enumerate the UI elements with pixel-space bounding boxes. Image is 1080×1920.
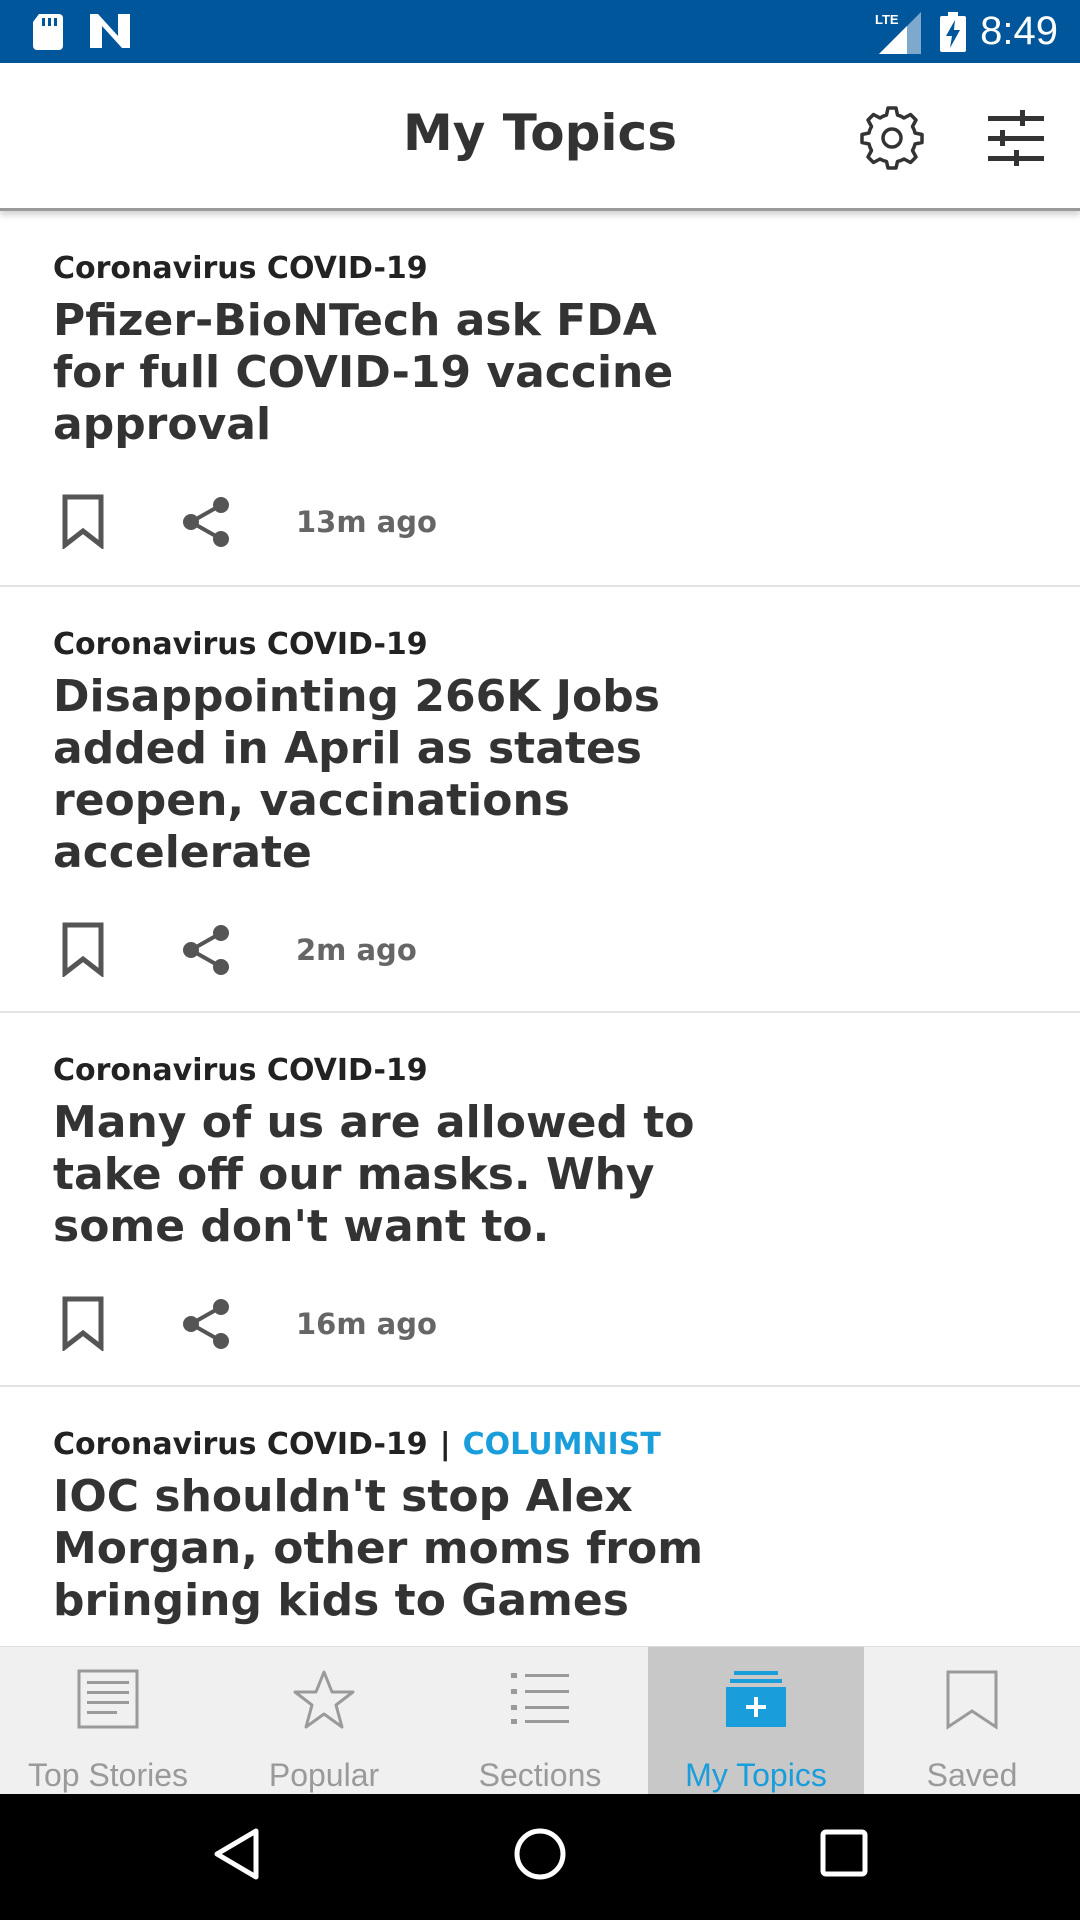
battery-charging-icon	[940, 12, 966, 52]
story-actions: 2m ago	[53, 909, 1080, 999]
tab-top-stories[interactable]: Top Stories	[0, 1647, 216, 1794]
gear-icon[interactable]	[860, 106, 924, 170]
recents-icon[interactable]	[820, 1829, 868, 1877]
bookmark-icon[interactable]	[61, 1295, 105, 1351]
my-topics-icon	[726, 1671, 786, 1727]
app-header: My Topics	[0, 63, 1080, 211]
story-card[interactable]: Coronavirus COVID-19 Pfizer-BioNTech ask…	[0, 211, 1080, 587]
tab-label: Saved	[926, 1757, 1018, 1793]
tab-label: My Topics	[685, 1757, 827, 1793]
bottom-nav: Top Stories Popular Sections My Topics S…	[0, 1646, 1080, 1794]
tab-label: Sections	[478, 1757, 602, 1793]
story-headline[interactable]: IOC shouldn't stop Alex Morgan, other mo…	[53, 1471, 733, 1627]
tab-label: Top Stories	[27, 1757, 189, 1793]
story-time: 2m ago	[296, 933, 417, 967]
tab-my-topics[interactable]: My Topics	[648, 1647, 864, 1794]
n-notification-icon	[90, 14, 130, 48]
story-topic[interactable]: Coronavirus COVID-19	[53, 627, 1080, 663]
story-actions: 13m ago	[53, 481, 1080, 571]
story-card[interactable]: Coronavirus COVID-19 | COLUMNIST IOC shoul…	[0, 1387, 1080, 1646]
svg-text:LTE: LTE	[875, 12, 899, 27]
meta-separator: |	[439, 1427, 451, 1462]
story-card[interactable]: Coronavirus COVID-19 Many of us are allo…	[0, 1013, 1080, 1387]
share-icon[interactable]	[179, 495, 233, 549]
bookmark-icon[interactable]	[61, 921, 105, 977]
share-icon[interactable]	[179, 923, 233, 977]
story-card[interactable]: Coronavirus COVID-19 Disappointing 266K …	[0, 587, 1080, 1013]
home-icon[interactable]	[513, 1827, 567, 1881]
story-topic[interactable]: Coronavirus COVID-19 | COLUMNIST	[53, 1427, 1080, 1463]
story-topic[interactable]: Coronavirus COVID-19	[53, 1053, 1080, 1089]
filter-sliders-icon[interactable]	[986, 108, 1046, 168]
lte-signal-icon: LTE	[875, 12, 921, 54]
newspaper-icon	[77, 1669, 139, 1729]
story-time: 16m ago	[296, 1307, 437, 1341]
tab-popular[interactable]: Popular	[216, 1647, 432, 1794]
tab-sections[interactable]: Sections	[432, 1647, 648, 1794]
share-icon[interactable]	[179, 1297, 233, 1351]
story-topic[interactable]: Coronavirus COVID-19	[53, 251, 1080, 287]
story-feed[interactable]: Coronavirus COVID-19 Pfizer-BioNTech ask…	[0, 211, 1080, 1646]
tab-saved[interactable]: Saved	[864, 1647, 1080, 1794]
tab-label: Popular	[268, 1757, 380, 1793]
bookmark-icon	[946, 1670, 998, 1730]
status-bar: LTE 8:49	[0, 0, 1080, 63]
story-actions: 16m ago	[53, 1283, 1080, 1373]
story-headline[interactable]: Disappointing 266K Jobs added in April a…	[53, 671, 733, 879]
status-time: 8:49	[980, 9, 1058, 53]
story-time: 13m ago	[296, 505, 437, 539]
columnist-label[interactable]: COLUMNIST	[463, 1427, 661, 1462]
sd-card-icon	[33, 14, 63, 50]
back-icon[interactable]	[212, 1827, 260, 1881]
bookmark-icon[interactable]	[61, 493, 105, 549]
star-icon	[293, 1670, 355, 1729]
story-headline[interactable]: Many of us are allowed to take off our m…	[53, 1097, 733, 1253]
system-nav-bar	[0, 1794, 1080, 1920]
story-headline[interactable]: Pfizer-BioNTech ask FDA for full COVID-1…	[53, 295, 733, 451]
list-icon	[511, 1673, 569, 1724]
